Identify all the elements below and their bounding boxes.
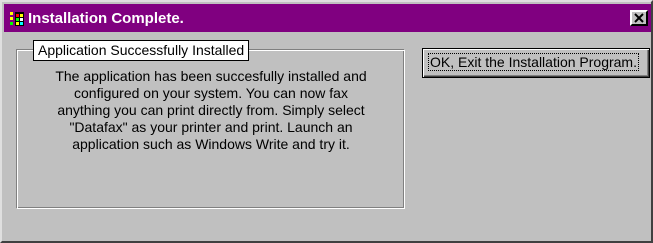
title-bar[interactable]: Installation Complete. <box>4 4 651 32</box>
completion-message: The application has been succesfully ins… <box>22 68 400 153</box>
message-line: The application has been succesfully ins… <box>55 68 367 84</box>
ok-exit-button[interactable]: OK, Exit the Installation Program. <box>422 48 650 78</box>
close-icon <box>634 13 644 23</box>
message-line: anything you can print directly from. Si… <box>57 102 365 118</box>
app-icon <box>10 12 24 26</box>
window-title: Installation Complete. <box>28 10 184 27</box>
ok-exit-button-label: OK, Exit the Installation Program. <box>428 53 639 71</box>
message-line: "Datafax" as your printer and print. Lau… <box>69 119 353 135</box>
installation-dialog: Installation Complete. Application Succe… <box>0 0 653 243</box>
message-line: application such as Windows Write and tr… <box>72 136 350 152</box>
message-line: configured on your system. You can now f… <box>74 85 348 101</box>
close-button[interactable] <box>630 10 648 26</box>
group-box-label: Application Successfully Installed <box>33 40 250 61</box>
